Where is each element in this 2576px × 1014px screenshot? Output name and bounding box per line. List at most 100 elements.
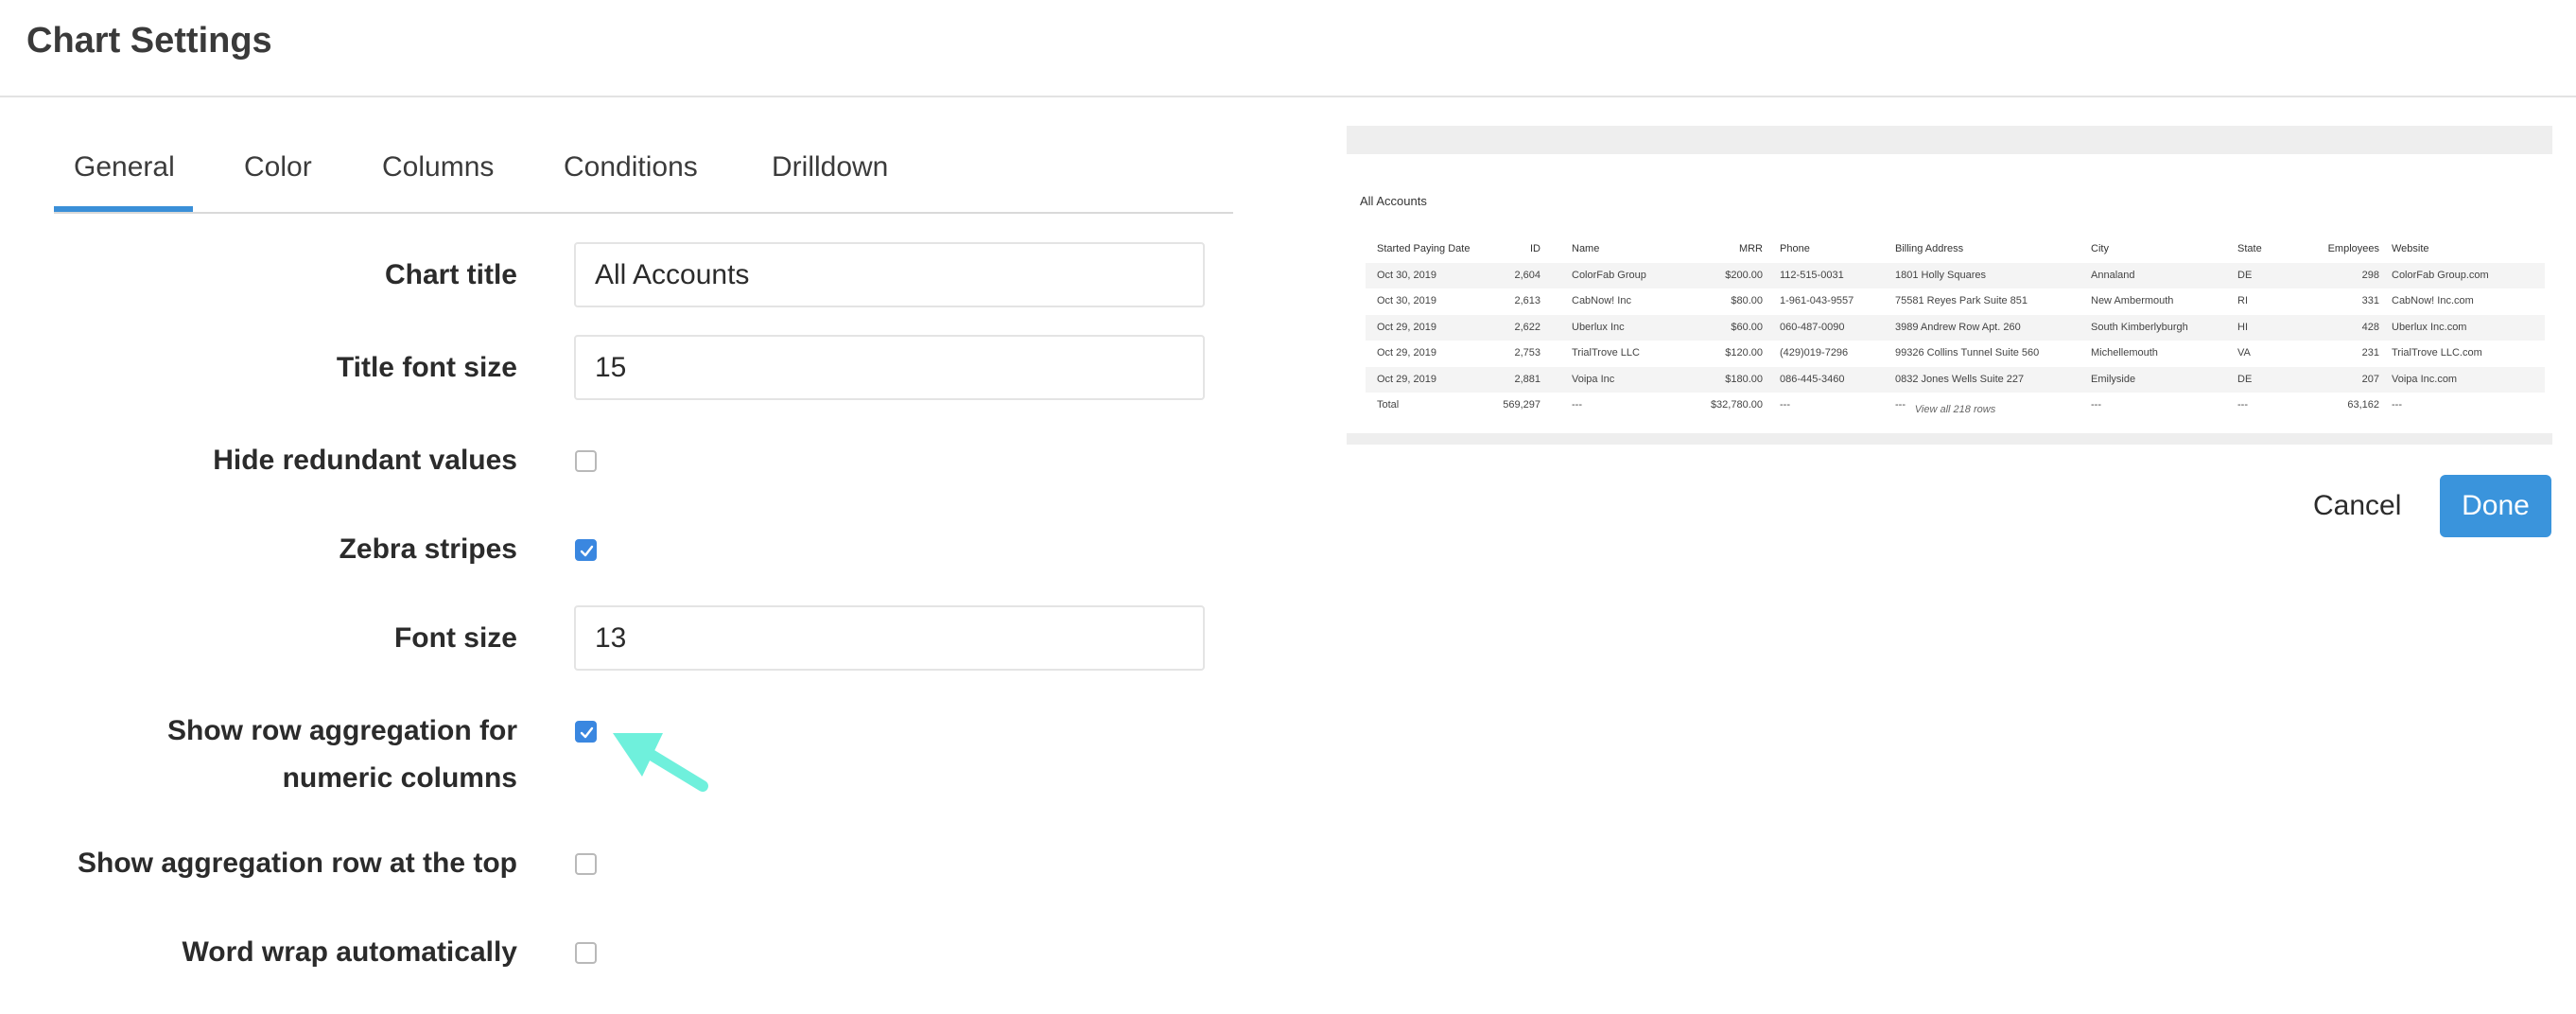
table-cell: Uberlux Inc.com (2392, 321, 2467, 333)
table-row: Oct 29, 2019 2,753 TrialTrove LLC $120.00 (4… (1366, 341, 2545, 367)
table-cell: 2,604 (1514, 269, 1540, 281)
tab-conditions[interactable]: Conditions (564, 151, 698, 184)
table-cell: 207 (2361, 373, 2379, 385)
table-cell: TrialTrove LLC (1572, 347, 1640, 358)
table-cell: 428 (2361, 321, 2379, 333)
table-row: Oct 30, 2019 2,604 ColorFab Group $200.00 11… (1366, 262, 2545, 288)
table-cell: 086-445-3460 (1780, 373, 1845, 385)
table-cell: DE (2237, 373, 2253, 385)
table-cell: 99326 Collins Tunnel Suite 560 (1895, 347, 2040, 358)
tab-bar: General Color Columns Conditions Drilldo… (54, 142, 1233, 214)
annotation-arrow-icon (613, 733, 708, 792)
table-cell: Website (2392, 243, 2429, 254)
table-cell: VA (2237, 347, 2251, 358)
table-cell: 2,881 (1514, 373, 1540, 385)
done-button[interactable]: Done (2440, 475, 2551, 537)
table-cell: 298 (2361, 269, 2379, 281)
chart-title-label: Chart title (384, 259, 517, 290)
table-cell: 2,613 (1514, 295, 1540, 306)
table-row: Oct 29, 2019 2,622 Uberlux Inc $60.00 060-48… (1366, 314, 2545, 341)
font-size-input[interactable]: 13 (574, 605, 1205, 671)
tab-general[interactable]: General (74, 151, 175, 184)
title-font-size-input[interactable]: 15 (574, 335, 1205, 400)
title-font-size-label: Title font size (336, 352, 517, 383)
table-cell: Oct 30, 2019 (1377, 295, 1436, 306)
chart-preview: All Accounts Started Paying Date ID Name MR… (1347, 126, 2552, 445)
tab-columns[interactable]: Columns (382, 151, 494, 184)
row-aggregation-checkbox[interactable] (575, 721, 597, 743)
chart-title-input[interactable]: All Accounts (574, 242, 1205, 307)
table-cell: Uberlux Inc (1572, 321, 1625, 333)
hide-redundant-checkbox[interactable] (575, 450, 597, 472)
table-cell: RI (2237, 295, 2248, 306)
active-tab-indicator (54, 206, 193, 212)
table-cell: ColorFab Group.com (2392, 269, 2489, 281)
table-cell: City (2091, 243, 2109, 254)
table-cell: 3989 Andrew Row Apt. 260 (1895, 321, 2021, 333)
table-cell: ID (1530, 243, 1540, 254)
table-cell: TrialTrove LLC.com (2392, 347, 2482, 358)
table-row: Oct 29, 2019 2,881 Voipa Inc $180.00 086-445… (1366, 366, 2545, 393)
table-cell: $180.00 (1725, 373, 1763, 385)
table-cell: Michellemouth (2091, 347, 2158, 358)
word-wrap-label: Word wrap automatically (182, 936, 517, 968)
preview-table: Started Paying Date ID Name MRR Phone Billing… (1366, 236, 2545, 419)
table-cell: Billing Address (1895, 243, 1964, 254)
table-cell: $80.00 (1731, 295, 1763, 306)
tab-color[interactable]: Color (244, 151, 312, 184)
table-cell: $60.00 (1731, 321, 1763, 333)
table-cell: Oct 29, 2019 (1377, 347, 1436, 358)
table-row: Oct 30, 2019 2,613 CabNow! Inc $80.00 1-961-… (1366, 288, 2545, 315)
table-cell: 060-487-0090 (1780, 321, 1845, 333)
table-cell: HI (2237, 321, 2248, 333)
checkmark-icon (580, 545, 594, 557)
zebra-stripes-label: Zebra stripes (339, 533, 517, 565)
table-header-row: Started Paying Date ID Name MRR Phone Billing… (1366, 236, 2545, 263)
table-cell: Oct 29, 2019 (1377, 373, 1436, 385)
font-size-label: Font size (393, 622, 517, 654)
table-cell: ColorFab Group (1572, 269, 1646, 281)
table-cell: $200.00 (1725, 269, 1763, 281)
table-cell: Phone (1780, 243, 1810, 254)
checkmark-icon (580, 726, 594, 739)
table-cell: Emilyside (2091, 373, 2136, 385)
aggregation-top-checkbox[interactable] (575, 853, 597, 875)
table-cell: CabNow! Inc (1572, 295, 1631, 306)
aggregation-top-label: Show aggregation row at the top (78, 848, 517, 879)
tab-drilldown[interactable]: Drilldown (772, 151, 888, 184)
word-wrap-checkbox[interactable] (575, 942, 597, 964)
table-cell: CabNow! Inc.com (2392, 295, 2474, 306)
table-cell: (429)019-7296 (1780, 347, 1849, 358)
table-cell: DE (2237, 269, 2253, 281)
table-cell: Voipa Inc.com (2392, 373, 2458, 385)
table-cell: 1-961-043-9557 (1780, 295, 1854, 306)
modal-header: Chart Settings (0, 0, 2576, 97)
cancel-button[interactable]: Cancel (2313, 482, 2401, 530)
table-cell: 75581 Reyes Park Suite 851 (1895, 295, 2028, 306)
table-cell: 331 (2361, 295, 2379, 306)
preview-title: All Accounts (1360, 194, 1427, 208)
table-cell: 112-515-0031 (1780, 269, 1844, 281)
row-aggregation-label-line2: numeric columns (282, 762, 517, 794)
table-cell: Started Paying Date (1377, 243, 1471, 254)
hide-redundant-label: Hide redundant values (213, 445, 517, 476)
table-cell: $120.00 (1725, 347, 1763, 358)
table-cell: 1801 Holly Squares (1895, 269, 1987, 281)
table-cell: 231 (2361, 347, 2379, 358)
table-cell: MRR (1738, 243, 1763, 254)
table-cell: 2,622 (1514, 321, 1540, 333)
table-cell: 0832 Jones Wells Suite 227 (1895, 373, 2025, 385)
table-cell: 2,753 (1514, 347, 1540, 358)
row-aggregation-label-line1: Show row aggregation for (166, 715, 517, 746)
table-cell: Oct 29, 2019 (1377, 321, 1436, 333)
preview-card: All Accounts Started Paying Date ID Name MR… (1347, 154, 2552, 433)
table-cell: Name (1572, 243, 1600, 254)
view-all-rows-link[interactable]: View all 218 rows (1366, 404, 2545, 415)
zebra-stripes-checkbox[interactable] (575, 539, 597, 561)
table-cell: New Ambermouth (2091, 295, 2174, 306)
table-cell: Oct 30, 2019 (1377, 269, 1436, 281)
table-cell: Voipa Inc (1572, 373, 1615, 385)
modal-title: Chart Settings (26, 21, 272, 61)
table-cell: Annaland (2091, 269, 2135, 281)
table-cell: Employees (2327, 243, 2379, 254)
